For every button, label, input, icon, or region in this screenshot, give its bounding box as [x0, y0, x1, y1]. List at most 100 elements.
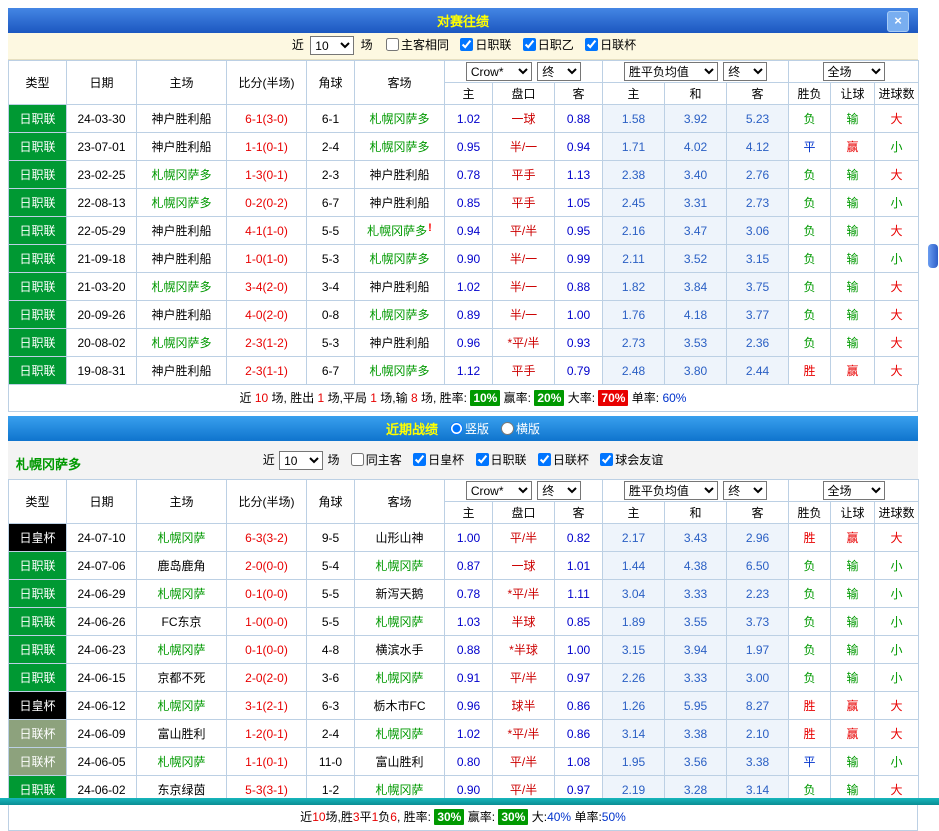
away-team-cell[interactable]: 札幌冈萨多	[355, 245, 445, 273]
home-team-cell[interactable]: 神户胜利船	[137, 105, 227, 133]
score-cell[interactable]: 1-0(0-0)	[227, 608, 307, 636]
h2h-filter-same-venue[interactable]: 主客相同	[384, 38, 449, 52]
away-team-cell[interactable]: 栃木市FC	[355, 692, 445, 720]
home-team-cell[interactable]: 札幌冈萨多	[137, 189, 227, 217]
home-team-cell[interactable]: 札幌冈萨多	[137, 161, 227, 189]
close-button[interactable]: ×	[887, 11, 909, 32]
away-team-cell[interactable]: 札幌冈萨多	[355, 133, 445, 161]
away-team-cell[interactable]: 神户胜利船	[355, 189, 445, 217]
date-cell: 21-09-18	[67, 245, 137, 273]
recent-filter-same-venue[interactable]: 同主客	[349, 453, 402, 467]
away-team-cell[interactable]: 神户胜利船	[355, 329, 445, 357]
euro-company-select[interactable]: 胜平负均值	[624, 481, 718, 500]
away-team-cell[interactable]: 富山胜利	[355, 748, 445, 776]
score-cell[interactable]: 1-1(0-1)	[227, 133, 307, 161]
home-team-cell[interactable]: 札幌冈萨	[137, 636, 227, 664]
recent-filter-emperors-cup[interactable]: 日皇杯	[411, 453, 464, 467]
club-friendly-checkbox[interactable]	[600, 453, 613, 466]
away-team-cell[interactable]: 山形山神	[355, 524, 445, 552]
recent-filter-j1-league[interactable]: 日职联	[474, 453, 527, 467]
euro-company-select[interactable]: 胜平负均值	[624, 62, 718, 81]
j1-league-checkbox[interactable]	[460, 38, 473, 51]
scope-select[interactable]: 全场	[823, 62, 885, 81]
home-team-cell[interactable]: 札幌冈萨多	[137, 329, 227, 357]
recent-filter-club-friendly[interactable]: 球会友谊	[598, 453, 663, 467]
home-team-cell[interactable]: 札幌冈萨	[137, 692, 227, 720]
handicap-result-cell: 赢	[831, 357, 875, 385]
same-venue-checkbox[interactable]	[351, 453, 364, 466]
away-team-cell[interactable]: 札幌冈萨	[355, 720, 445, 748]
home-team-cell[interactable]: 札幌冈萨多	[137, 273, 227, 301]
vertical-scrollbar-thumb[interactable]	[928, 244, 938, 268]
layout-option-vertical[interactable]: 竖版	[448, 420, 489, 437]
score-cell[interactable]: 0-1(0-0)	[227, 580, 307, 608]
home-team-cell[interactable]: 京都不死	[137, 664, 227, 692]
score-cell[interactable]: 1-1(0-1)	[227, 748, 307, 776]
home-team-cell[interactable]: 神户胜利船	[137, 301, 227, 329]
j1-league-checkbox[interactable]	[476, 453, 489, 466]
games-suffix-label: 场	[327, 453, 339, 467]
asian-company-select[interactable]: Crow*	[466, 481, 532, 500]
away-team-cell[interactable]: 横滨水手	[355, 636, 445, 664]
h2h-filter-league-cup[interactable]: 日联杯	[583, 38, 636, 52]
home-team-cell[interactable]: 神户胜利船	[137, 133, 227, 161]
h2h-filter-j1-league[interactable]: 日职联	[458, 38, 511, 52]
score-cell[interactable]: 6-3(3-2)	[227, 524, 307, 552]
scope-select[interactable]: 全场	[823, 481, 885, 500]
home-team-cell[interactable]: 神户胜利船	[137, 357, 227, 385]
layout-option-horizontal[interactable]: 横版	[499, 420, 540, 437]
asian-company-select[interactable]: Crow*	[466, 62, 532, 81]
away-team-cell[interactable]: 札幌冈萨多	[355, 357, 445, 385]
score-cell[interactable]: 0-2(0-2)	[227, 189, 307, 217]
score-cell[interactable]: 1-2(0-1)	[227, 720, 307, 748]
away-team-cell[interactable]: 札幌冈萨	[355, 664, 445, 692]
away-team-cell[interactable]: 神户胜利船	[355, 273, 445, 301]
away-team-cell[interactable]: 札幌冈萨	[355, 608, 445, 636]
home-team-cell[interactable]: 鹿岛鹿角	[137, 552, 227, 580]
score-cell[interactable]: 1-3(0-1)	[227, 161, 307, 189]
league-cup-checkbox[interactable]	[585, 38, 598, 51]
score-cell[interactable]: 2-0(0-0)	[227, 552, 307, 580]
away-team-cell[interactable]: 札幌冈萨多	[355, 301, 445, 329]
score-cell[interactable]: 2-0(2-0)	[227, 664, 307, 692]
score-cell[interactable]: 2-3(1-1)	[227, 357, 307, 385]
asian-final-select[interactable]: 终	[537, 481, 581, 500]
away-team-cell[interactable]: 新泻天鹅	[355, 580, 445, 608]
home-team-cell[interactable]: 札幌冈萨	[137, 580, 227, 608]
score-cell[interactable]: 0-1(0-0)	[227, 636, 307, 664]
same-venue-checkbox[interactable]	[386, 38, 399, 51]
score-cell[interactable]: 4-1(1-0)	[227, 217, 307, 245]
away-team-cell[interactable]: 神户胜利船	[355, 161, 445, 189]
score-cell[interactable]: 3-4(2-0)	[227, 273, 307, 301]
emperors-cup-checkbox[interactable]	[413, 453, 426, 466]
euro-draw-odds-cell: 3.33	[665, 580, 727, 608]
corner-cell: 2-4	[307, 720, 355, 748]
home-team-cell[interactable]: 富山胜利	[137, 720, 227, 748]
score-cell[interactable]: 4-0(2-0)	[227, 301, 307, 329]
recent-games-select[interactable]: 10	[279, 451, 323, 470]
score-cell[interactable]: 6-1(3-0)	[227, 105, 307, 133]
score-cell[interactable]: 2-3(1-2)	[227, 329, 307, 357]
h2h-filter-j2-league[interactable]: 日职乙	[521, 38, 574, 52]
home-team-cell[interactable]: FC东京	[137, 608, 227, 636]
away-team-cell[interactable]: 札幌冈萨	[355, 552, 445, 580]
asian-away-odds-cell: 0.82	[555, 524, 603, 552]
home-team-cell[interactable]: 神户胜利船	[137, 245, 227, 273]
score-cell[interactable]: 3-1(2-1)	[227, 692, 307, 720]
league-cup-checkbox[interactable]	[538, 453, 551, 466]
asian-final-select[interactable]: 终	[537, 62, 581, 81]
euro-final-select[interactable]: 终	[723, 481, 767, 500]
home-team-cell[interactable]: 札幌冈萨	[137, 748, 227, 776]
h2h-games-select[interactable]: 10	[310, 36, 354, 55]
score-cell[interactable]: 1-0(1-0)	[227, 245, 307, 273]
horizontal-radio[interactable]	[501, 422, 514, 435]
recent-filter-league-cup[interactable]: 日联杯	[536, 453, 589, 467]
home-team-cell[interactable]: 神户胜利船	[137, 217, 227, 245]
euro-final-select[interactable]: 终	[723, 62, 767, 81]
away-team-cell[interactable]: 札幌冈萨多!	[355, 217, 445, 245]
vertical-radio[interactable]	[450, 422, 463, 435]
away-team-cell[interactable]: 札幌冈萨多	[355, 105, 445, 133]
result-cell: 负	[789, 552, 831, 580]
home-team-cell[interactable]: 札幌冈萨	[137, 524, 227, 552]
j2-league-checkbox[interactable]	[523, 38, 536, 51]
